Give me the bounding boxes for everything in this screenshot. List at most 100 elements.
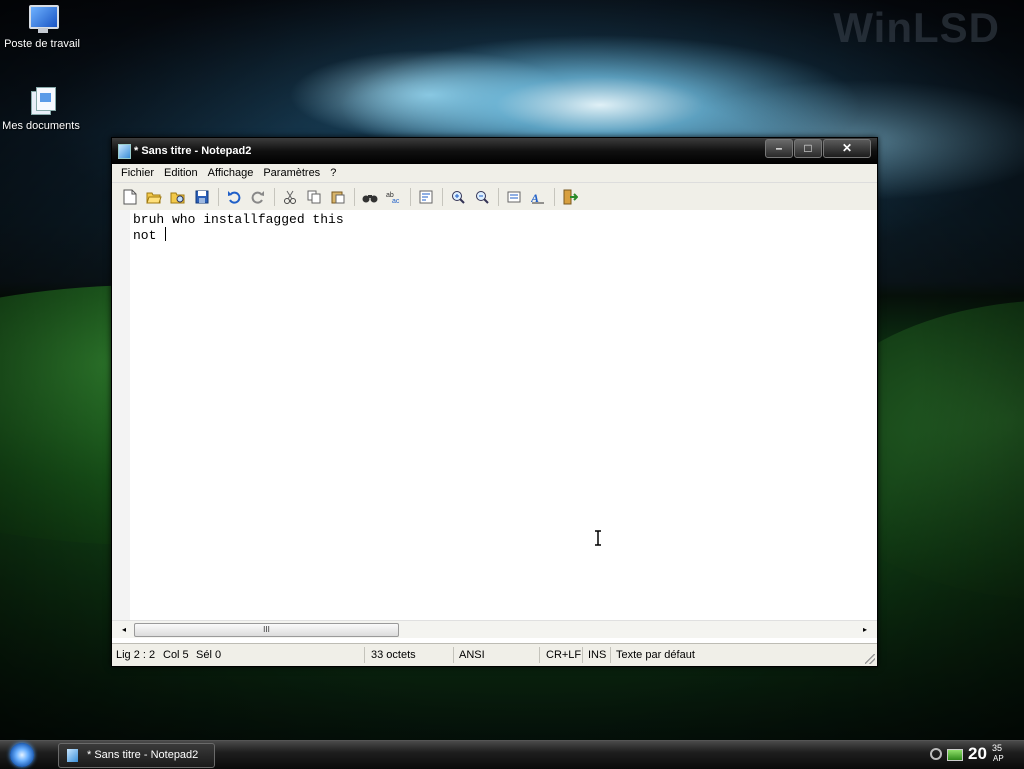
text-caret: [165, 227, 167, 241]
zoom-out-icon: [476, 190, 489, 204]
wallpaper-brand: WinLSD: [833, 4, 1000, 51]
tray-status-icon[interactable]: [930, 748, 942, 760]
notepad2-window: * Sans titre - Notepad2 – □ ✕ Fichier Ed…: [111, 137, 878, 667]
notepad-icon: [67, 749, 78, 762]
minimize-button[interactable]: –: [765, 139, 793, 158]
undo-icon: [228, 190, 241, 204]
desktop-icon-my-computer[interactable]: Poste de travail: [0, 3, 87, 50]
clock-suffix: AP: [993, 754, 1004, 763]
status-divider: [582, 647, 583, 663]
toolbar-separator: [218, 187, 219, 206]
toolbar-separator: [498, 187, 499, 206]
notepad-icon: [118, 144, 131, 159]
editor-line-1: bruh who installfagged this: [133, 212, 344, 227]
editor-margin: [112, 210, 130, 620]
maximize-button[interactable]: □: [794, 139, 822, 158]
menu-affichage[interactable]: Affichage: [203, 167, 259, 179]
computer-icon: [26, 3, 59, 35]
redo-button[interactable]: [248, 187, 268, 207]
cut-button[interactable]: [280, 187, 300, 207]
scroll-right-arrow[interactable]: ▸: [857, 621, 873, 638]
status-divider: [453, 647, 454, 663]
browse-button[interactable]: [168, 187, 188, 207]
window-titlebar[interactable]: * Sans titre - Notepad2 – □ ✕: [112, 138, 877, 164]
replace-icon: abac: [386, 192, 400, 204]
status-divider: [610, 647, 611, 663]
word-wrap-button[interactable]: [416, 187, 436, 207]
ibeam-cursor-icon: [595, 530, 601, 546]
binoculars-icon: [362, 194, 378, 202]
copy-button[interactable]: [304, 187, 324, 207]
editor-line-2: not: [133, 228, 165, 243]
exit-button[interactable]: [560, 187, 580, 207]
word-wrap-icon: [419, 190, 433, 203]
window-title: * Sans titre - Notepad2: [134, 145, 252, 157]
menu-help[interactable]: ?: [325, 167, 341, 179]
toolbar-separator: [354, 187, 355, 206]
toolbar-separator: [554, 187, 555, 206]
system-tray: 20 35 AP: [924, 741, 1024, 769]
editor-text[interactable]: bruh who installfagged this not: [133, 212, 344, 243]
font-icon: A: [531, 191, 544, 204]
status-bar: Lig 2 : 2 Col 5 Sél 0 33 octets ANSI CR+…: [112, 643, 877, 666]
scroll-left-arrow[interactable]: ◂: [116, 621, 132, 638]
status-line-ending: CR+LF: [546, 649, 582, 661]
zoom-out-button[interactable]: [472, 187, 492, 207]
toolbar-separator: [442, 187, 443, 206]
browse-folder-icon: [170, 192, 185, 203]
menu-bar: Fichier Edition Affichage Paramètres ?: [112, 164, 877, 183]
menu-fichier[interactable]: Fichier: [116, 167, 159, 179]
menu-edition[interactable]: Edition: [159, 167, 203, 179]
toolbar-separator: [410, 187, 411, 206]
menu-parametres[interactable]: Paramètres: [258, 167, 325, 179]
zoom-in-button[interactable]: [448, 187, 468, 207]
clock-hour[interactable]: 20: [968, 744, 987, 764]
cut-icon: [284, 190, 296, 204]
scroll-thumb[interactable]: III: [134, 623, 399, 637]
paste-icon: [331, 191, 345, 203]
paste-button[interactable]: [328, 187, 348, 207]
close-button[interactable]: ✕: [823, 139, 871, 158]
save-icon: [195, 190, 209, 203]
open-folder-icon: [146, 192, 162, 203]
new-file-button[interactable]: [120, 187, 140, 207]
taskbar-button-notepad2[interactable]: * Sans titre - Notepad2: [58, 743, 215, 768]
start-orb-icon: [10, 743, 34, 767]
redo-icon: [251, 190, 264, 204]
new-file-icon: [123, 189, 137, 204]
find-button[interactable]: [360, 187, 380, 207]
horizontal-scrollbar[interactable]: ◂ III ▸: [112, 620, 877, 638]
open-file-button[interactable]: [144, 187, 164, 207]
status-selection: Sél 0: [196, 649, 222, 661]
toolbar: ab ac A: [112, 183, 877, 211]
clock-minute: 35: [992, 743, 1003, 753]
svg-text:A: A: [531, 191, 539, 204]
save-button[interactable]: [192, 187, 212, 207]
status-column: Col 5: [163, 649, 189, 661]
start-button[interactable]: [4, 742, 42, 768]
replace-button[interactable]: ab ac: [384, 187, 404, 207]
desktop-icon-label: Poste de travail: [4, 38, 80, 50]
scheme-icon: [507, 191, 521, 202]
taskbar: * Sans titre - Notepad2 20 35 AP: [0, 740, 1024, 769]
status-size: 33 octets: [371, 649, 416, 661]
toolbar-separator: [274, 187, 275, 206]
zoom-in-icon: [452, 190, 465, 204]
status-divider: [364, 647, 365, 663]
documents-icon: [25, 85, 57, 117]
exit-icon: [563, 189, 578, 204]
svg-text:ac: ac: [392, 198, 400, 204]
scheme-button[interactable]: [504, 187, 524, 207]
text-editor[interactable]: bruh who installfagged this not: [112, 210, 877, 620]
status-encoding: ANSI: [459, 649, 485, 661]
copy-icon: [307, 190, 321, 203]
status-line: Lig 2 : 2: [116, 649, 156, 661]
status-insert-mode: INS: [588, 649, 607, 661]
desktop-icon-my-documents[interactable]: Mes documents: [0, 85, 86, 132]
undo-button[interactable]: [224, 187, 244, 207]
font-button[interactable]: A: [528, 187, 548, 207]
network-icon[interactable]: [947, 749, 963, 761]
taskbar-button-label: * Sans titre - Notepad2: [87, 749, 199, 761]
status-scheme: Texte par défaut: [616, 649, 695, 661]
resize-grip-icon[interactable]: [865, 654, 875, 664]
